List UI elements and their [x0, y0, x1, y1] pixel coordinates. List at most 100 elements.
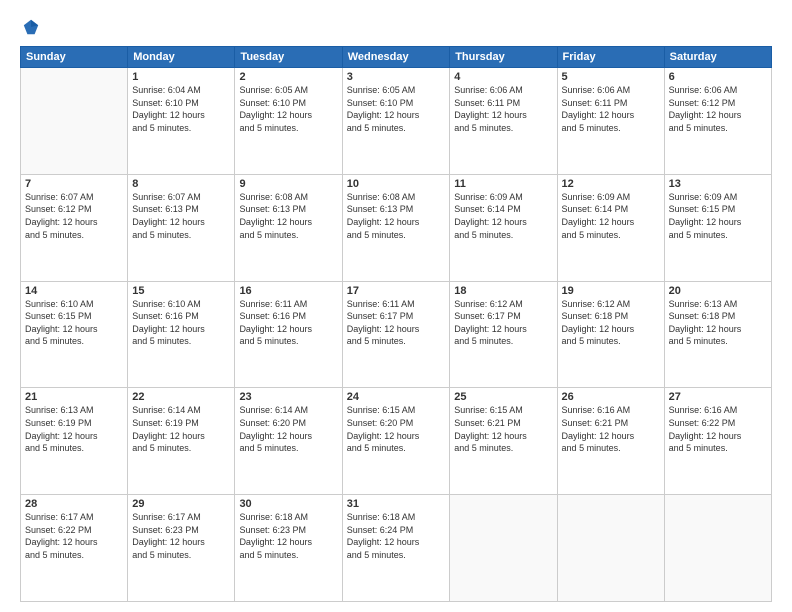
calendar-cell: 30Sunrise: 6:18 AM Sunset: 6:23 PM Dayli…: [235, 495, 342, 602]
day-info: Sunrise: 6:05 AM Sunset: 6:10 PM Dayligh…: [239, 84, 337, 134]
calendar-week-row: 14Sunrise: 6:10 AM Sunset: 6:15 PM Dayli…: [21, 281, 772, 388]
day-info: Sunrise: 6:11 AM Sunset: 6:16 PM Dayligh…: [239, 298, 337, 348]
day-info: Sunrise: 6:06 AM Sunset: 6:11 PM Dayligh…: [562, 84, 660, 134]
day-number: 16: [239, 285, 337, 297]
day-info: Sunrise: 6:07 AM Sunset: 6:13 PM Dayligh…: [132, 191, 230, 241]
calendar-week-row: 21Sunrise: 6:13 AM Sunset: 6:19 PM Dayli…: [21, 388, 772, 495]
calendar-header-saturday: Saturday: [664, 47, 771, 68]
calendar-cell: 23Sunrise: 6:14 AM Sunset: 6:20 PM Dayli…: [235, 388, 342, 495]
day-info: Sunrise: 6:13 AM Sunset: 6:19 PM Dayligh…: [25, 404, 123, 454]
day-number: 3: [347, 71, 446, 83]
day-info: Sunrise: 6:08 AM Sunset: 6:13 PM Dayligh…: [347, 191, 446, 241]
day-info: Sunrise: 6:16 AM Sunset: 6:22 PM Dayligh…: [669, 404, 767, 454]
day-info: Sunrise: 6:09 AM Sunset: 6:14 PM Dayligh…: [454, 191, 552, 241]
calendar-week-row: 28Sunrise: 6:17 AM Sunset: 6:22 PM Dayli…: [21, 495, 772, 602]
day-info: Sunrise: 6:12 AM Sunset: 6:17 PM Dayligh…: [454, 298, 552, 348]
day-number: 14: [25, 285, 123, 297]
day-number: 27: [669, 391, 767, 403]
calendar-header-thursday: Thursday: [450, 47, 557, 68]
calendar-header-tuesday: Tuesday: [235, 47, 342, 68]
calendar-cell: 14Sunrise: 6:10 AM Sunset: 6:15 PM Dayli…: [21, 281, 128, 388]
day-number: 15: [132, 285, 230, 297]
calendar-cell: 1Sunrise: 6:04 AM Sunset: 6:10 PM Daylig…: [128, 68, 235, 175]
logo-flag-icon: [22, 18, 40, 36]
page: SundayMondayTuesdayWednesdayThursdayFrid…: [0, 0, 792, 612]
day-number: 8: [132, 178, 230, 190]
day-info: Sunrise: 6:06 AM Sunset: 6:11 PM Dayligh…: [454, 84, 552, 134]
day-info: Sunrise: 6:13 AM Sunset: 6:18 PM Dayligh…: [669, 298, 767, 348]
day-number: 30: [239, 498, 337, 510]
calendar-cell: 6Sunrise: 6:06 AM Sunset: 6:12 PM Daylig…: [664, 68, 771, 175]
day-info: Sunrise: 6:10 AM Sunset: 6:16 PM Dayligh…: [132, 298, 230, 348]
day-info: Sunrise: 6:07 AM Sunset: 6:12 PM Dayligh…: [25, 191, 123, 241]
day-info: Sunrise: 6:06 AM Sunset: 6:12 PM Dayligh…: [669, 84, 767, 134]
day-number: 11: [454, 178, 552, 190]
calendar-cell: 12Sunrise: 6:09 AM Sunset: 6:14 PM Dayli…: [557, 174, 664, 281]
day-info: Sunrise: 6:17 AM Sunset: 6:23 PM Dayligh…: [132, 511, 230, 561]
day-info: Sunrise: 6:16 AM Sunset: 6:21 PM Dayligh…: [562, 404, 660, 454]
day-info: Sunrise: 6:12 AM Sunset: 6:18 PM Dayligh…: [562, 298, 660, 348]
calendar-cell: 28Sunrise: 6:17 AM Sunset: 6:22 PM Dayli…: [21, 495, 128, 602]
day-info: Sunrise: 6:09 AM Sunset: 6:14 PM Dayligh…: [562, 191, 660, 241]
calendar-cell: 4Sunrise: 6:06 AM Sunset: 6:11 PM Daylig…: [450, 68, 557, 175]
calendar-cell: 2Sunrise: 6:05 AM Sunset: 6:10 PM Daylig…: [235, 68, 342, 175]
calendar-cell: 7Sunrise: 6:07 AM Sunset: 6:12 PM Daylig…: [21, 174, 128, 281]
calendar-cell: 20Sunrise: 6:13 AM Sunset: 6:18 PM Dayli…: [664, 281, 771, 388]
day-info: Sunrise: 6:05 AM Sunset: 6:10 PM Dayligh…: [347, 84, 446, 134]
calendar-cell: 9Sunrise: 6:08 AM Sunset: 6:13 PM Daylig…: [235, 174, 342, 281]
day-number: 24: [347, 391, 446, 403]
day-number: 9: [239, 178, 337, 190]
calendar-cell: 26Sunrise: 6:16 AM Sunset: 6:21 PM Dayli…: [557, 388, 664, 495]
calendar-header-friday: Friday: [557, 47, 664, 68]
calendar-cell: [664, 495, 771, 602]
day-number: 23: [239, 391, 337, 403]
day-number: 6: [669, 71, 767, 83]
calendar-cell: 16Sunrise: 6:11 AM Sunset: 6:16 PM Dayli…: [235, 281, 342, 388]
calendar-table: SundayMondayTuesdayWednesdayThursdayFrid…: [20, 46, 772, 602]
calendar-week-row: 7Sunrise: 6:07 AM Sunset: 6:12 PM Daylig…: [21, 174, 772, 281]
day-number: 5: [562, 71, 660, 83]
calendar-cell: 18Sunrise: 6:12 AM Sunset: 6:17 PM Dayli…: [450, 281, 557, 388]
day-info: Sunrise: 6:18 AM Sunset: 6:24 PM Dayligh…: [347, 511, 446, 561]
day-number: 10: [347, 178, 446, 190]
calendar-cell: 27Sunrise: 6:16 AM Sunset: 6:22 PM Dayli…: [664, 388, 771, 495]
day-info: Sunrise: 6:18 AM Sunset: 6:23 PM Dayligh…: [239, 511, 337, 561]
calendar-cell: [557, 495, 664, 602]
day-number: 13: [669, 178, 767, 190]
calendar-cell: [21, 68, 128, 175]
calendar-cell: 21Sunrise: 6:13 AM Sunset: 6:19 PM Dayli…: [21, 388, 128, 495]
day-number: 1: [132, 71, 230, 83]
day-number: 26: [562, 391, 660, 403]
calendar-cell: 22Sunrise: 6:14 AM Sunset: 6:19 PM Dayli…: [128, 388, 235, 495]
day-number: 20: [669, 285, 767, 297]
day-info: Sunrise: 6:09 AM Sunset: 6:15 PM Dayligh…: [669, 191, 767, 241]
day-info: Sunrise: 6:17 AM Sunset: 6:22 PM Dayligh…: [25, 511, 123, 561]
day-number: 17: [347, 285, 446, 297]
day-number: 12: [562, 178, 660, 190]
calendar-cell: 15Sunrise: 6:10 AM Sunset: 6:16 PM Dayli…: [128, 281, 235, 388]
calendar-cell: 11Sunrise: 6:09 AM Sunset: 6:14 PM Dayli…: [450, 174, 557, 281]
day-info: Sunrise: 6:10 AM Sunset: 6:15 PM Dayligh…: [25, 298, 123, 348]
day-number: 29: [132, 498, 230, 510]
calendar-header-row: SundayMondayTuesdayWednesdayThursdayFrid…: [21, 47, 772, 68]
day-number: 18: [454, 285, 552, 297]
calendar-cell: 5Sunrise: 6:06 AM Sunset: 6:11 PM Daylig…: [557, 68, 664, 175]
day-number: 25: [454, 391, 552, 403]
calendar-cell: 10Sunrise: 6:08 AM Sunset: 6:13 PM Dayli…: [342, 174, 450, 281]
calendar-cell: 8Sunrise: 6:07 AM Sunset: 6:13 PM Daylig…: [128, 174, 235, 281]
day-number: 19: [562, 285, 660, 297]
day-number: 7: [25, 178, 123, 190]
day-number: 4: [454, 71, 552, 83]
day-info: Sunrise: 6:14 AM Sunset: 6:20 PM Dayligh…: [239, 404, 337, 454]
day-info: Sunrise: 6:11 AM Sunset: 6:17 PM Dayligh…: [347, 298, 446, 348]
calendar-header-monday: Monday: [128, 47, 235, 68]
day-info: Sunrise: 6:15 AM Sunset: 6:20 PM Dayligh…: [347, 404, 446, 454]
calendar-cell: [450, 495, 557, 602]
day-number: 21: [25, 391, 123, 403]
calendar-cell: 17Sunrise: 6:11 AM Sunset: 6:17 PM Dayli…: [342, 281, 450, 388]
day-number: 31: [347, 498, 446, 510]
calendar-cell: 31Sunrise: 6:18 AM Sunset: 6:24 PM Dayli…: [342, 495, 450, 602]
calendar-cell: 3Sunrise: 6:05 AM Sunset: 6:10 PM Daylig…: [342, 68, 450, 175]
day-number: 28: [25, 498, 123, 510]
day-info: Sunrise: 6:04 AM Sunset: 6:10 PM Dayligh…: [132, 84, 230, 134]
